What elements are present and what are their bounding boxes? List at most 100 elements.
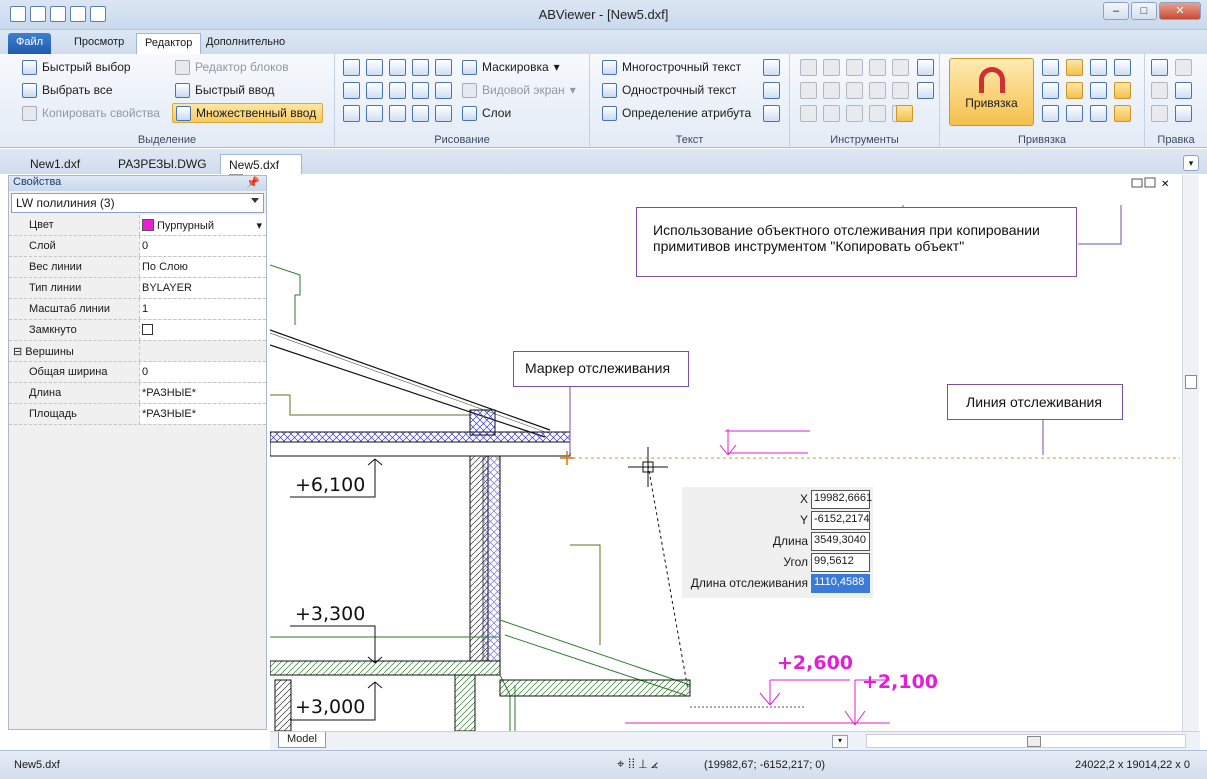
horizontal-scrollbar[interactable] xyxy=(866,734,1186,748)
model-tab[interactable]: Model xyxy=(278,732,326,748)
scale-icon[interactable] xyxy=(846,59,863,76)
doc-tab-new5[interactable]: New5.dxf ✕ xyxy=(220,154,302,187)
image-icon[interactable] xyxy=(412,82,429,99)
x-input[interactable]: 19982,6661 xyxy=(811,489,872,509)
scroll-thumb[interactable] xyxy=(1185,375,1197,389)
insert-picture-icon[interactable] xyxy=(412,105,429,122)
snap-insert-icon[interactable] xyxy=(1090,82,1107,99)
viewport-button[interactable]: Видовой экран ▾ xyxy=(462,80,576,100)
object-select[interactable]: LW полилиния (3) xyxy=(11,193,264,213)
collapse-icon[interactable]: ⊟ xyxy=(13,346,22,358)
layers-button[interactable]: Слои xyxy=(462,103,511,123)
tab-file[interactable]: Файл xyxy=(8,33,52,54)
group-icon[interactable] xyxy=(917,82,934,99)
doc-tab-new1[interactable]: New1.dxf xyxy=(22,154,88,174)
lengthen-icon[interactable] xyxy=(846,105,863,122)
layers-icon xyxy=(462,105,477,121)
snap-parallel-icon[interactable] xyxy=(1114,82,1131,99)
delete-icon[interactable] xyxy=(1175,59,1192,76)
point-icon[interactable] xyxy=(389,105,406,122)
block-editor-button[interactable]: Редактор блоков xyxy=(175,57,289,77)
trim-icon[interactable] xyxy=(800,82,817,99)
extend-icon[interactable] xyxy=(823,82,840,99)
scroll-thumb[interactable] xyxy=(1027,736,1041,747)
tab-view[interactable]: Просмотр xyxy=(66,33,132,54)
paste-special-icon[interactable] xyxy=(1175,82,1192,99)
polyline-icon[interactable] xyxy=(412,59,429,76)
edit-text-icon[interactable] xyxy=(763,105,780,122)
masking-button[interactable]: Маскировка ▾ xyxy=(462,57,560,77)
curve-icon[interactable] xyxy=(343,105,360,122)
layout-dropdown-button[interactable]: ▾ xyxy=(832,735,848,748)
snap-tangent-icon[interactable] xyxy=(1114,59,1131,76)
snap-apparent-icon[interactable] xyxy=(1042,82,1059,99)
explode-icon[interactable] xyxy=(917,59,934,76)
arc-icon[interactable] xyxy=(389,82,406,99)
line-icon[interactable] xyxy=(343,59,360,76)
snap-quadrant-icon[interactable] xyxy=(1066,105,1083,122)
paste-icon[interactable] xyxy=(1151,59,1168,76)
rectangle-icon[interactable] xyxy=(389,59,406,76)
select-all-button[interactable]: Выбрать все xyxy=(22,80,113,100)
cut-icon[interactable] xyxy=(1151,82,1168,99)
table-icon[interactable] xyxy=(435,105,452,122)
snap-node-icon[interactable] xyxy=(1066,82,1083,99)
pen-icon[interactable] xyxy=(435,82,452,99)
spellcheck-icon[interactable] xyxy=(763,59,780,76)
copy-properties-button[interactable]: Копировать свойства xyxy=(22,103,160,123)
mirror-icon[interactable] xyxy=(869,59,886,76)
ellipse-icon[interactable] xyxy=(366,82,383,99)
chevron-down-icon xyxy=(251,198,259,203)
text-style-icon[interactable] xyxy=(763,82,780,99)
copy-icon[interactable] xyxy=(1151,105,1168,122)
pin-icon[interactable]: 📌 xyxy=(246,176,260,189)
length-input[interactable]: 3549,3040 xyxy=(811,531,870,551)
tab-editor[interactable]: Редактор xyxy=(136,33,202,54)
document-tabs: New1.dxf РАЗРЕЗЫ.DWG New5.dxf ✕ ▾ xyxy=(0,149,1207,187)
tab-extra[interactable]: Дополнительно xyxy=(198,33,293,54)
quick-input-button[interactable]: Быстрый ввод xyxy=(175,80,274,100)
attdef-button[interactable]: Определение атрибута xyxy=(602,103,751,123)
status-file: New5.dxf xyxy=(14,759,60,771)
close-button[interactable]: ✕ xyxy=(1159,2,1201,20)
stretch-icon[interactable] xyxy=(800,105,817,122)
quick-select-button[interactable]: Быстрый выбор xyxy=(22,57,131,77)
array-icon[interactable] xyxy=(892,59,909,76)
snap-nearest-icon[interactable] xyxy=(1090,105,1107,122)
maximize-button[interactable]: □ xyxy=(1131,2,1157,20)
stext-button[interactable]: Однострочный текст xyxy=(602,80,736,100)
snap-perpendicular-icon[interactable] xyxy=(1066,59,1083,76)
snap-toggle-button[interactable]: Привязка xyxy=(949,58,1034,126)
closed-checkbox[interactable] xyxy=(142,324,153,335)
y-input[interactable]: -6152,2174 xyxy=(811,510,870,530)
doc-tab-razrezy[interactable]: РАЗРЕЗЫ.DWG xyxy=(110,154,215,174)
tabs-dropdown-button[interactable]: ▾ xyxy=(1183,155,1199,171)
snap-midpoint-icon[interactable] xyxy=(1042,105,1059,122)
circle-icon[interactable] xyxy=(343,82,360,99)
fillet-icon[interactable] xyxy=(869,105,886,122)
copy-object-tool-icon[interactable] xyxy=(896,105,913,122)
mtext-button[interactable]: Многострочный текст xyxy=(602,57,741,77)
spline-icon[interactable] xyxy=(366,59,383,76)
snap-center-icon[interactable] xyxy=(1090,59,1107,76)
copy-object-icon[interactable] xyxy=(435,59,452,76)
snap-intersection-icon[interactable] xyxy=(1042,59,1059,76)
minimize-button[interactable]: – xyxy=(1103,2,1129,20)
snap-status-icons[interactable]: ⌖ ⁞⁞ ⊥ ∡ xyxy=(617,756,658,772)
join-icon[interactable] xyxy=(869,82,886,99)
tracking-length-input[interactable]: 1110,4588 xyxy=(811,573,870,593)
vertical-scrollbar[interactable] xyxy=(1182,175,1199,731)
clipboard-icon[interactable] xyxy=(1175,105,1192,122)
rotate-icon[interactable] xyxy=(823,59,840,76)
status-bar: New5.dxf ⌖ ⁞⁞ ⊥ ∡ (19982,67; -6152,217; … xyxy=(0,750,1207,779)
move-icon[interactable] xyxy=(800,59,817,76)
hatch-icon[interactable] xyxy=(366,105,383,122)
color-select[interactable]: Пурпурный ▾ xyxy=(140,215,266,235)
angle-input[interactable]: 99,5612 xyxy=(811,552,870,572)
erase-icon[interactable] xyxy=(823,105,840,122)
canvas-window-controls[interactable]: ✕ xyxy=(1131,177,1169,190)
break-icon[interactable] xyxy=(846,82,863,99)
offset-icon[interactable] xyxy=(892,82,909,99)
multi-input-button[interactable]: Множественный ввод xyxy=(172,103,324,123)
snap-extension-icon[interactable] xyxy=(1114,105,1131,122)
